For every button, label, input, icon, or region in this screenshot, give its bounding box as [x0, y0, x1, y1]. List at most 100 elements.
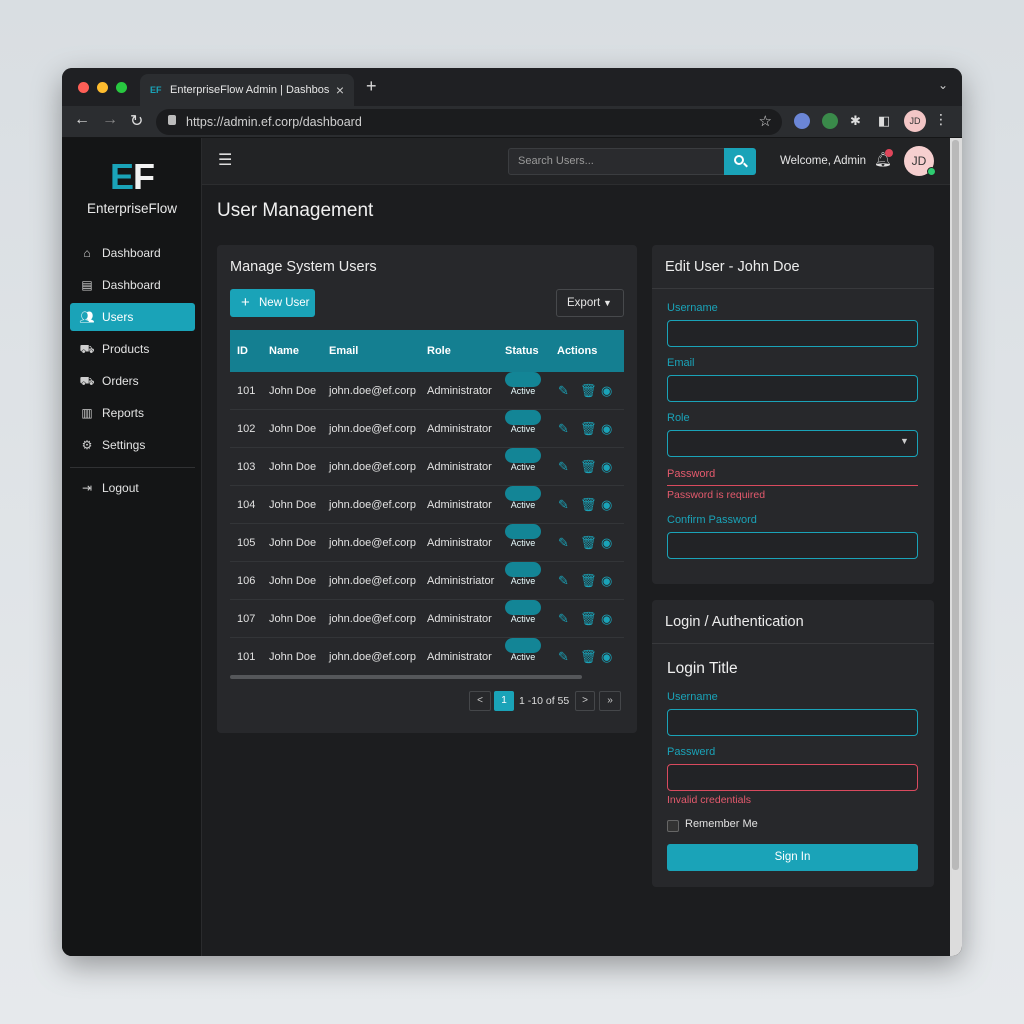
bookmark-star-icon[interactable]: ☆	[759, 112, 772, 130]
column-header[interactable]: Role	[427, 330, 451, 372]
trash-icon[interactable]: 🗑︎	[580, 600, 597, 638]
browser-menu-icon[interactable]: ⋮	[934, 111, 948, 128]
password-label: Passwerd	[667, 746, 716, 758]
close-tab-icon[interactable]: ×	[336, 74, 344, 106]
sidebar-item-dashboard[interactable]: ⌂ Dashboard	[70, 239, 195, 267]
role-select[interactable]	[667, 430, 918, 457]
confirm-password-field[interactable]	[667, 532, 918, 559]
sign-in-button[interactable]: Sign In	[667, 844, 918, 871]
eye-icon[interactable]: ◉	[601, 410, 612, 448]
users-icon: 👥︎	[79, 310, 95, 324]
table-row[interactable]: 105 John Doe john.doe@ef.corp Administra…	[230, 524, 624, 562]
sidepanel-icon[interactable]: ◧	[878, 113, 890, 129]
table-row[interactable]: 103 John Doe john.doe@ef.corp Administra…	[230, 448, 624, 486]
sidebar-item-users[interactable]: 👥︎ Users	[70, 303, 195, 331]
eye-icon[interactable]: ◉	[601, 486, 612, 524]
close-window-button[interactable]	[78, 82, 89, 93]
reload-icon[interactable]: ↻	[130, 111, 143, 131]
edit-icon[interactable]: ✎	[558, 562, 569, 600]
search-input[interactable]: Search Users...	[508, 148, 726, 175]
cell-role: Administrator	[427, 499, 492, 511]
table-horizontal-scrollbar[interactable]	[230, 675, 582, 679]
login-password-field[interactable]	[667, 764, 918, 791]
online-status-dot	[927, 167, 936, 176]
pagination-next-button[interactable]: >	[575, 691, 595, 711]
gear-icon: ⚙	[81, 438, 93, 452]
back-icon[interactable]: ←	[74, 111, 90, 129]
trash-icon[interactable]: 🗑︎	[580, 486, 597, 524]
tab-search-chevron-icon[interactable]: ⌄	[938, 78, 948, 92]
new-user-button[interactable]: + New User	[230, 289, 315, 317]
extension-icon[interactable]	[794, 113, 810, 129]
table-row[interactable]: 102 John Doe john.doe@ef.corp Administra…	[230, 410, 624, 448]
pagination-info: 1 -10 of 55	[519, 695, 570, 707]
sidebar-item-logout[interactable]: ⇥ Logout	[70, 474, 195, 502]
sidebar-item-settings[interactable]: ⚙ Settings	[70, 431, 195, 459]
trash-icon[interactable]: 🗑︎	[580, 410, 597, 448]
edit-icon[interactable]: ✎	[558, 486, 569, 524]
notification-badge	[885, 149, 893, 157]
eye-icon[interactable]: ◉	[601, 448, 612, 486]
eye-icon[interactable]: ◉	[601, 600, 612, 638]
sidebar-item-reports[interactable]: ▥ Reports	[70, 399, 195, 427]
cell-id: 106	[237, 575, 256, 587]
email-field[interactable]	[667, 375, 918, 402]
menu-icon[interactable]: ☰	[218, 150, 232, 170]
password-error-text: Password is required	[667, 489, 766, 501]
minimize-window-button[interactable]	[97, 82, 108, 93]
column-header[interactable]: Email	[329, 330, 358, 372]
column-header[interactable]: Status	[505, 330, 539, 372]
sidebar-item-label: Logout	[102, 481, 139, 495]
login-card: Login / Authentication Login Title Usern…	[652, 600, 934, 887]
column-header[interactable]: Name	[269, 330, 299, 372]
pagination-last-button[interactable]: »	[599, 691, 621, 711]
trash-icon[interactable]: 🗑︎	[580, 524, 597, 562]
maximize-window-button[interactable]	[116, 82, 127, 93]
edit-icon[interactable]: ✎	[558, 372, 569, 410]
pagination-prev-button[interactable]: <	[469, 691, 491, 711]
eye-icon[interactable]: ◉	[601, 562, 612, 600]
status-badge: Active	[505, 524, 541, 548]
cell-role: Administrator	[427, 651, 492, 663]
search-button[interactable]	[724, 148, 756, 175]
trash-icon[interactable]: 🗑︎	[580, 638, 597, 676]
eye-icon[interactable]: ◉	[601, 524, 612, 562]
sidebar-item-dashboard-2[interactable]: ▤ Dashboard	[70, 271, 195, 299]
edit-icon[interactable]: ✎	[558, 524, 569, 562]
column-header[interactable]: ID	[237, 330, 248, 372]
edit-icon[interactable]: ✎	[558, 638, 569, 676]
address-bar[interactable]: https://admin.ef.corp/dashboard ☆	[156, 109, 782, 135]
table-row[interactable]: 106 John Doe john.doe@ef.corp Administri…	[230, 562, 624, 600]
edit-icon[interactable]: ✎	[558, 600, 569, 638]
edit-icon[interactable]: ✎	[558, 410, 569, 448]
edit-icon[interactable]: ✎	[558, 448, 569, 486]
forward-icon[interactable]: →	[102, 111, 118, 129]
trash-icon[interactable]: 🗑︎	[580, 448, 597, 486]
plus-icon: +	[241, 294, 250, 311]
extension-icon[interactable]	[822, 113, 838, 129]
profile-avatar[interactable]: JD	[904, 110, 926, 132]
trash-icon[interactable]: 🗑︎	[580, 562, 597, 600]
username-field[interactable]	[667, 320, 918, 347]
cart-icon: ⛟	[79, 342, 95, 356]
sidebar-item-products[interactable]: ⛟ Products	[70, 335, 195, 363]
new-tab-icon[interactable]: +	[366, 76, 377, 97]
table-row[interactable]: 101 John Doe john.doe@ef.corp Administra…	[230, 372, 624, 410]
puzzle-icon[interactable]: ✱	[850, 113, 861, 129]
trash-icon[interactable]: 🗑︎	[580, 372, 597, 410]
password-field[interactable]	[667, 485, 918, 486]
sidebar-item-label: Reports	[102, 406, 145, 420]
table-row[interactable]: 107 John Doe john.doe@ef.corp Administra…	[230, 600, 624, 638]
page-scrollbar-thumb[interactable]	[952, 140, 959, 870]
sidebar-item-orders[interactable]: ⛟ Orders	[70, 367, 195, 395]
cell-name: John Doe	[269, 651, 317, 663]
pagination-page-button[interactable]: 1	[494, 691, 514, 711]
remember-me-checkbox[interactable]	[667, 820, 679, 832]
table-row[interactable]: 101 John Doe john.doe@ef.corp Administra…	[230, 638, 624, 676]
browser-tab[interactable]: EF EnterpriseFlow Admin | Dashbos ×	[140, 74, 354, 106]
export-button[interactable]: Export ▼	[556, 289, 624, 317]
table-row[interactable]: 104 John Doe john.doe@ef.corp Administra…	[230, 486, 624, 524]
login-username-field[interactable]	[667, 709, 918, 736]
eye-icon[interactable]: ◉	[601, 372, 612, 410]
eye-icon[interactable]: ◉	[601, 638, 612, 676]
